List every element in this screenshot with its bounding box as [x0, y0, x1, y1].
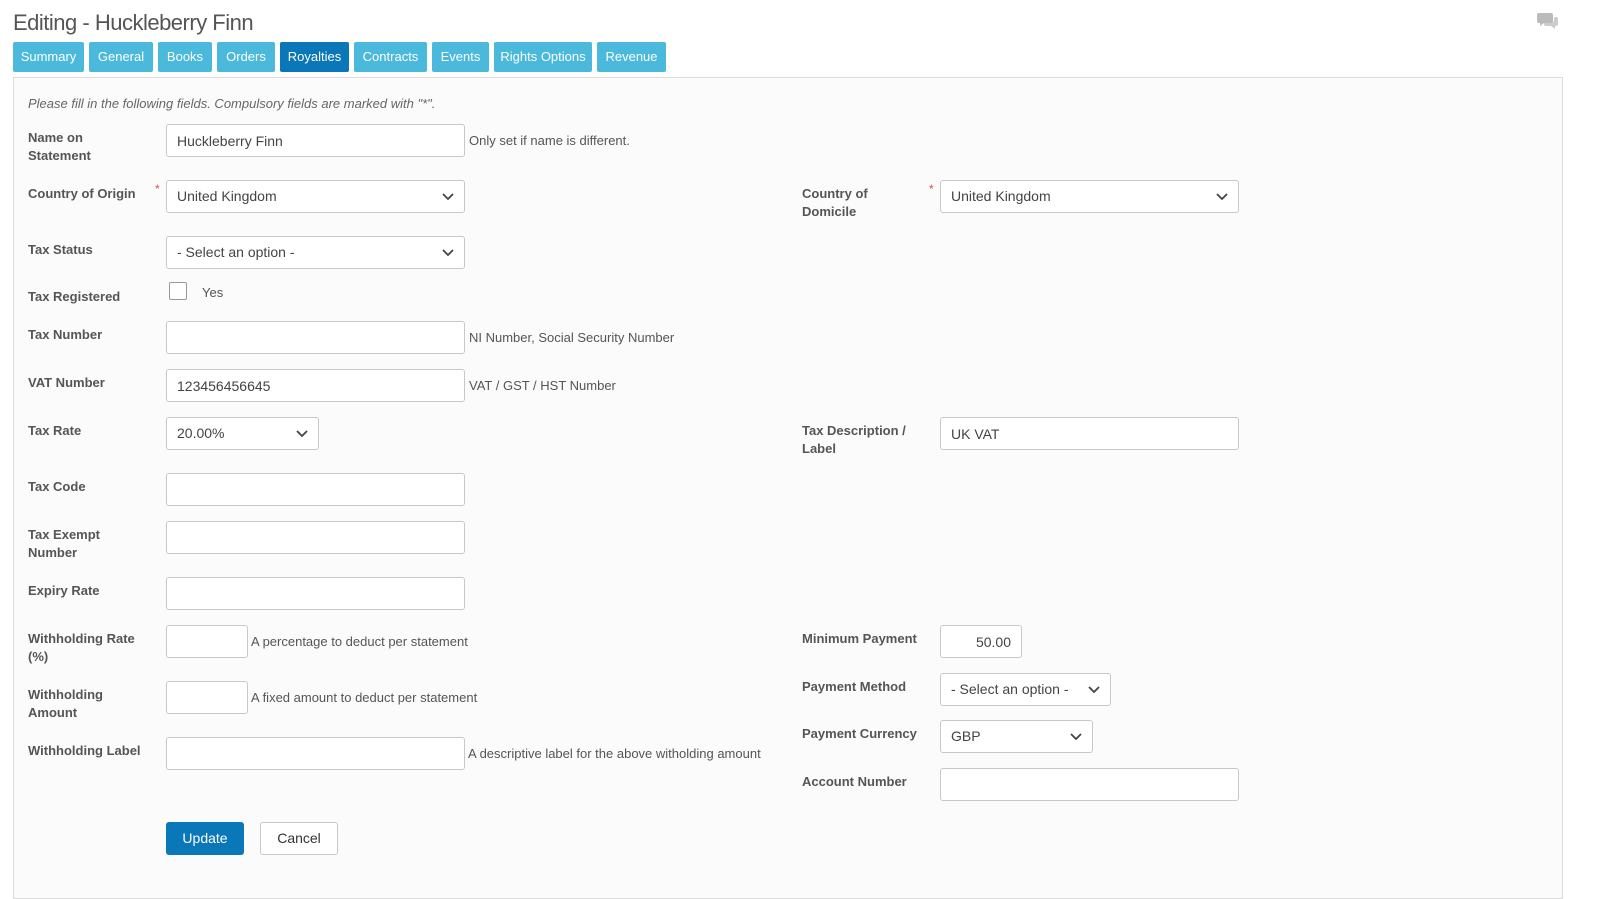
tab-orders[interactable]: Orders: [217, 42, 275, 72]
withholding-amount-input[interactable]: [166, 681, 248, 714]
tax-registered-checkbox[interactable]: [169, 282, 187, 300]
name-on-statement-input[interactable]: [166, 124, 465, 157]
vat-number-help: VAT / GST / HST Number: [469, 378, 616, 393]
tax-exempt-number-label: Tax Exempt Number: [28, 527, 101, 560]
tax-code-label: Tax Code: [28, 479, 86, 494]
payment-currency-value: GBP: [951, 728, 981, 744]
tax-status-label: Tax Status: [28, 242, 93, 257]
tax-registered-label: Tax Registered: [28, 289, 121, 304]
withholding-amount-help: A fixed amount to deduct per statement: [251, 690, 478, 705]
country-of-domicile-select[interactable]: United Kingdom: [940, 180, 1239, 213]
withholding-rate-input[interactable]: [166, 625, 248, 658]
payment-method-value: - Select an option -: [951, 681, 1069, 697]
chevron-down-icon: [1088, 686, 1100, 694]
name-on-statement-help: Only set if name is different.: [469, 133, 630, 148]
tab-summary[interactable]: Summary: [13, 42, 84, 72]
withholding-label-help: A descriptive label for the above withol…: [468, 746, 761, 761]
chevron-down-icon: [1070, 733, 1082, 741]
minimum-payment-label: Minimum Payment: [802, 631, 917, 646]
tax-rate-label: Tax Rate: [28, 423, 82, 438]
tab-events[interactable]: Events: [432, 42, 489, 72]
required-marker: *: [155, 182, 160, 196]
country-of-domicile-label: Country of Domicile: [802, 186, 868, 219]
tab-rights-options[interactable]: Rights Options: [494, 42, 592, 72]
vat-number-input[interactable]: [166, 369, 465, 402]
payment-method-select[interactable]: - Select an option -: [940, 673, 1111, 706]
form-intro: Please fill in the following fields. Com…: [28, 96, 436, 111]
expiry-rate-label: Expiry Rate: [28, 583, 100, 598]
page-title: Editing - Huckleberry Finn: [13, 10, 254, 35]
country-of-origin-select[interactable]: United Kingdom: [166, 180, 465, 213]
tax-status-value: - Select an option -: [177, 244, 295, 260]
required-marker: *: [929, 182, 934, 196]
withholding-rate-label: Withholding Rate (%): [28, 631, 135, 664]
tax-rate-select[interactable]: 20.00%: [166, 417, 319, 450]
withholding-rate-help: A percentage to deduct per statement: [251, 634, 468, 649]
tax-number-help: NI Number, Social Security Number: [469, 330, 675, 345]
country-of-domicile-value: United Kingdom: [951, 188, 1051, 204]
tax-description-label: Tax Description / Label: [802, 423, 906, 456]
tax-exempt-number-input[interactable]: [166, 521, 465, 554]
chat-bubbles-icon[interactable]: [1537, 12, 1559, 30]
tab-revenue[interactable]: Revenue: [597, 42, 666, 72]
tab-contracts[interactable]: Contracts: [354, 42, 427, 72]
withholding-amount-label: Withholding Amount: [28, 687, 103, 720]
tab-books[interactable]: Books: [158, 42, 212, 72]
tax-code-input[interactable]: [166, 473, 465, 506]
payment-currency-select[interactable]: GBP: [940, 720, 1093, 753]
tax-status-select[interactable]: - Select an option -: [166, 236, 465, 269]
tab-general[interactable]: General: [89, 42, 153, 72]
expiry-rate-input[interactable]: [166, 577, 465, 610]
tax-rate-value: 20.00%: [177, 425, 225, 441]
tax-number-label: Tax Number: [28, 327, 103, 342]
name-on-statement-label: Name on Statement: [28, 130, 91, 163]
tax-registered-option: Yes: [202, 285, 224, 300]
country-of-origin-label: Country of Origin: [28, 186, 136, 201]
account-number-input[interactable]: [940, 768, 1239, 801]
tab-royalties[interactable]: Royalties: [280, 42, 349, 72]
withholding-label-input[interactable]: [166, 737, 465, 770]
withholding-label-label: Withholding Label: [28, 743, 141, 758]
minimum-payment-input[interactable]: [940, 625, 1022, 658]
account-number-label: Account Number: [802, 774, 907, 789]
payment-method-label: Payment Method: [802, 679, 907, 694]
chevron-down-icon: [296, 430, 308, 438]
tax-description-input[interactable]: [940, 417, 1239, 450]
tax-number-input[interactable]: [166, 321, 465, 354]
payment-currency-label: Payment Currency: [802, 726, 917, 741]
chevron-down-icon: [442, 249, 454, 257]
chevron-down-icon: [1216, 193, 1228, 201]
chevron-down-icon: [442, 193, 454, 201]
update-button[interactable]: Update: [166, 822, 244, 855]
vat-number-label: VAT Number: [28, 375, 105, 390]
cancel-button[interactable]: Cancel: [260, 822, 338, 855]
country-of-origin-value: United Kingdom: [177, 188, 277, 204]
